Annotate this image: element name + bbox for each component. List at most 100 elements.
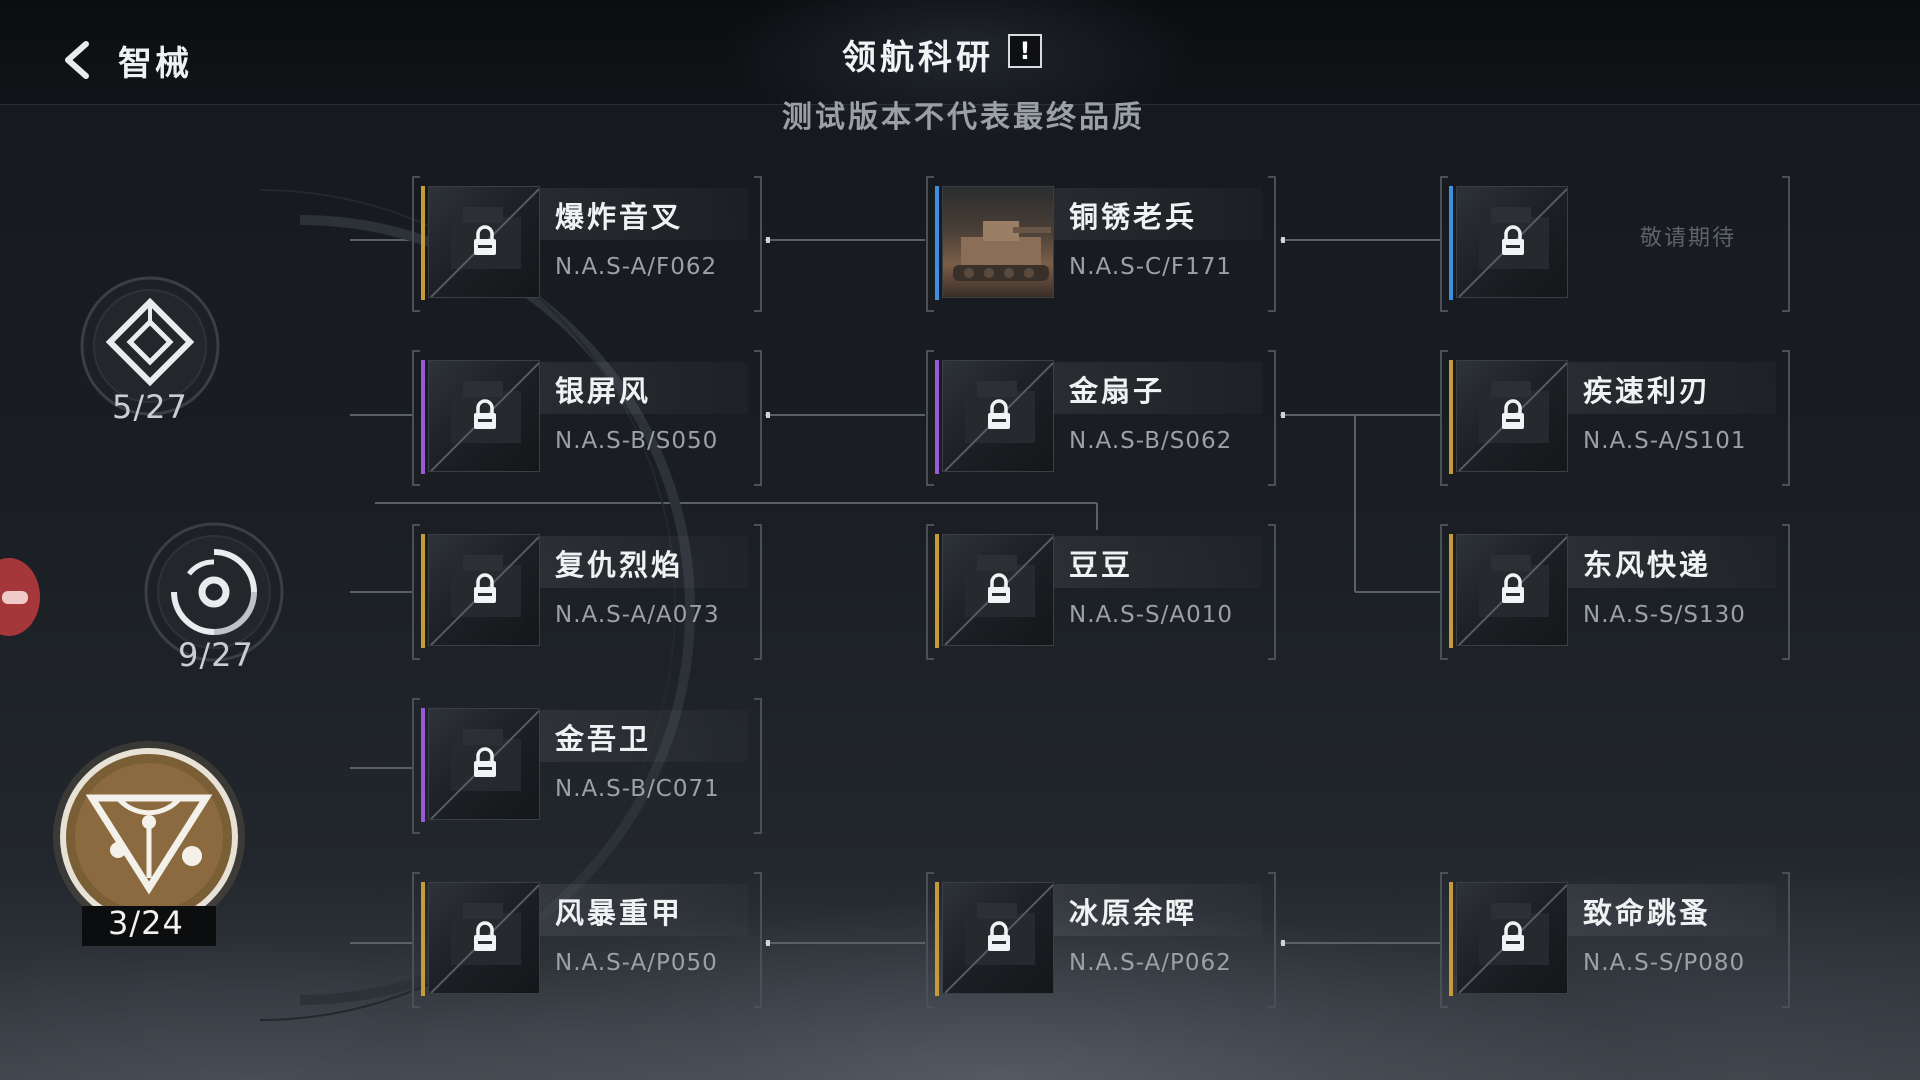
- top-bar: 智械 领航科研 !: [0, 0, 1920, 140]
- rarity-stripe: [935, 360, 939, 474]
- controller-icon: [2, 591, 28, 604]
- mech-card-c12[interactable]: 冰原余晖 N.A.S-A/P062: [926, 872, 1276, 1008]
- mech-thumbnail: [1456, 882, 1568, 994]
- mech-thumbnail: [942, 882, 1054, 994]
- mech-thumbnail: [942, 534, 1054, 646]
- mech-card-c10[interactable]: 金吾卫 N.A.S-B/C071: [412, 698, 762, 834]
- rarity-stripe: [421, 186, 425, 300]
- category-3-count: 3/24: [108, 904, 184, 942]
- card-bracket-left: [412, 176, 420, 312]
- lock-icon: [1502, 921, 1524, 951]
- mech-thumbnail: [428, 882, 540, 994]
- mech-code: N.A.S-A/F062: [555, 254, 718, 280]
- rarity-stripe: [421, 882, 425, 996]
- card-bracket-right: [754, 176, 762, 312]
- card-bracket-right: [1268, 176, 1276, 312]
- mech-thumbnail: [1456, 360, 1568, 472]
- mech-code: N.A.S-A/S101: [1583, 428, 1747, 454]
- mech-code: N.A.S-A/A073: [555, 602, 720, 628]
- card-bracket-right: [754, 350, 762, 486]
- lock-icon: [474, 573, 496, 603]
- mech-code: N.A.S-B/S050: [555, 428, 719, 454]
- alert-button[interactable]: !: [1008, 34, 1042, 68]
- back-label: 智械: [118, 44, 192, 84]
- card-bracket-right: [1268, 524, 1276, 660]
- category-2-count: 9/27: [178, 636, 254, 674]
- card-bracket-left: [926, 176, 934, 312]
- mech-thumbnail: [428, 360, 540, 472]
- mech-card-c9[interactable]: 东风快递 N.A.S-S/S130: [1440, 524, 1790, 660]
- card-bracket-left: [412, 872, 420, 1008]
- mech-code: N.A.S-S/S130: [1583, 602, 1746, 628]
- mech-card-c6[interactable]: 疾速利刃 N.A.S-A/S101: [1440, 350, 1790, 486]
- lock-icon: [474, 225, 496, 255]
- mech-card-c5[interactable]: 金扇子 N.A.S-B/S062: [926, 350, 1276, 486]
- rarity-stripe: [1449, 186, 1453, 300]
- mech-name: 爆炸音叉: [555, 200, 684, 234]
- lock-icon: [474, 399, 496, 429]
- mech-thumbnail: [942, 186, 1054, 298]
- card-bracket-right: [1268, 350, 1276, 486]
- mech-name: 铜锈老兵: [1069, 200, 1198, 234]
- lock-icon: [474, 747, 496, 777]
- mech-name: 东风快递: [1583, 548, 1712, 582]
- card-bracket-left: [1440, 176, 1448, 312]
- mech-code: N.A.S-B/C071: [555, 776, 720, 802]
- rarity-stripe: [421, 708, 425, 822]
- rarity-stripe: [421, 534, 425, 648]
- card-bracket-left: [412, 698, 420, 834]
- mech-thumbnail: [1456, 534, 1568, 646]
- back-button[interactable]: [56, 38, 100, 82]
- lock-icon: [988, 399, 1010, 429]
- card-bracket-right: [1782, 524, 1790, 660]
- mech-name: 金扇子: [1069, 374, 1166, 408]
- mech-thumbnail: [428, 708, 540, 820]
- mech-thumbnail: [942, 360, 1054, 472]
- card-bracket-right: [754, 872, 762, 1008]
- mech-card-c2[interactable]: 铜锈老兵 N.A.S-C/F171: [926, 176, 1276, 312]
- mech-card-c13[interactable]: 致命跳蚤 N.A.S-S/P080: [1440, 872, 1790, 1008]
- mech-code: N.A.S-C/F171: [1069, 254, 1232, 280]
- mech-card-c4[interactable]: 银屏风 N.A.S-B/S050: [412, 350, 762, 486]
- mech-card-c1[interactable]: 爆炸音叉 N.A.S-A/F062: [412, 176, 762, 312]
- mech-name: 冰原余晖: [1069, 896, 1198, 930]
- card-bracket-left: [1440, 524, 1448, 660]
- page-title: 领航科研: [842, 38, 994, 78]
- mech-name: 风暴重甲: [555, 896, 684, 930]
- lock-icon: [988, 921, 1010, 951]
- lock-icon: [988, 573, 1010, 603]
- mech-code: N.A.S-A/P062: [1069, 950, 1232, 976]
- mech-name: 银屏风: [555, 374, 652, 408]
- card-bracket-left: [926, 872, 934, 1008]
- rarity-stripe: [1449, 882, 1453, 996]
- mech-thumbnail: [428, 534, 540, 646]
- mech-card-c7[interactable]: 复仇烈焰 N.A.S-A/A073: [412, 524, 762, 660]
- card-bracket-left: [412, 350, 420, 486]
- mech-card-c3[interactable]: 敬请期待: [1440, 176, 1790, 312]
- mech-name: 豆豆: [1069, 548, 1134, 582]
- lock-icon: [1502, 399, 1524, 429]
- mech-code: N.A.S-B/S062: [1069, 428, 1233, 454]
- mech-card-c11[interactable]: 风暴重甲 N.A.S-A/P050: [412, 872, 762, 1008]
- rarity-stripe: [935, 186, 939, 300]
- category-1-count: 5/27: [112, 388, 188, 426]
- card-bracket-right: [1782, 872, 1790, 1008]
- mech-thumbnail: [1456, 186, 1568, 298]
- mech-code: N.A.S-A/P050: [555, 950, 718, 976]
- card-bracket-left: [926, 524, 934, 660]
- card-bracket-right: [1268, 872, 1276, 1008]
- mech-name: 疾速利刃: [1583, 374, 1712, 408]
- mech-thumbnail: [428, 186, 540, 298]
- card-bracket-left: [412, 524, 420, 660]
- card-bracket-left: [926, 350, 934, 486]
- rarity-stripe: [421, 360, 425, 474]
- mech-name: 金吾卫: [555, 722, 652, 756]
- mech-name: 致命跳蚤: [1583, 896, 1712, 930]
- mech-name: 复仇烈焰: [555, 548, 684, 582]
- test-version-notice: 测试版本不代表最终品质: [782, 100, 1145, 135]
- rarity-stripe: [935, 534, 939, 648]
- mech-card-c8[interactable]: 豆豆 N.A.S-S/A010: [926, 524, 1276, 660]
- card-bracket-right: [1782, 350, 1790, 486]
- lock-icon: [1502, 225, 1524, 255]
- card-bracket-right: [754, 524, 762, 660]
